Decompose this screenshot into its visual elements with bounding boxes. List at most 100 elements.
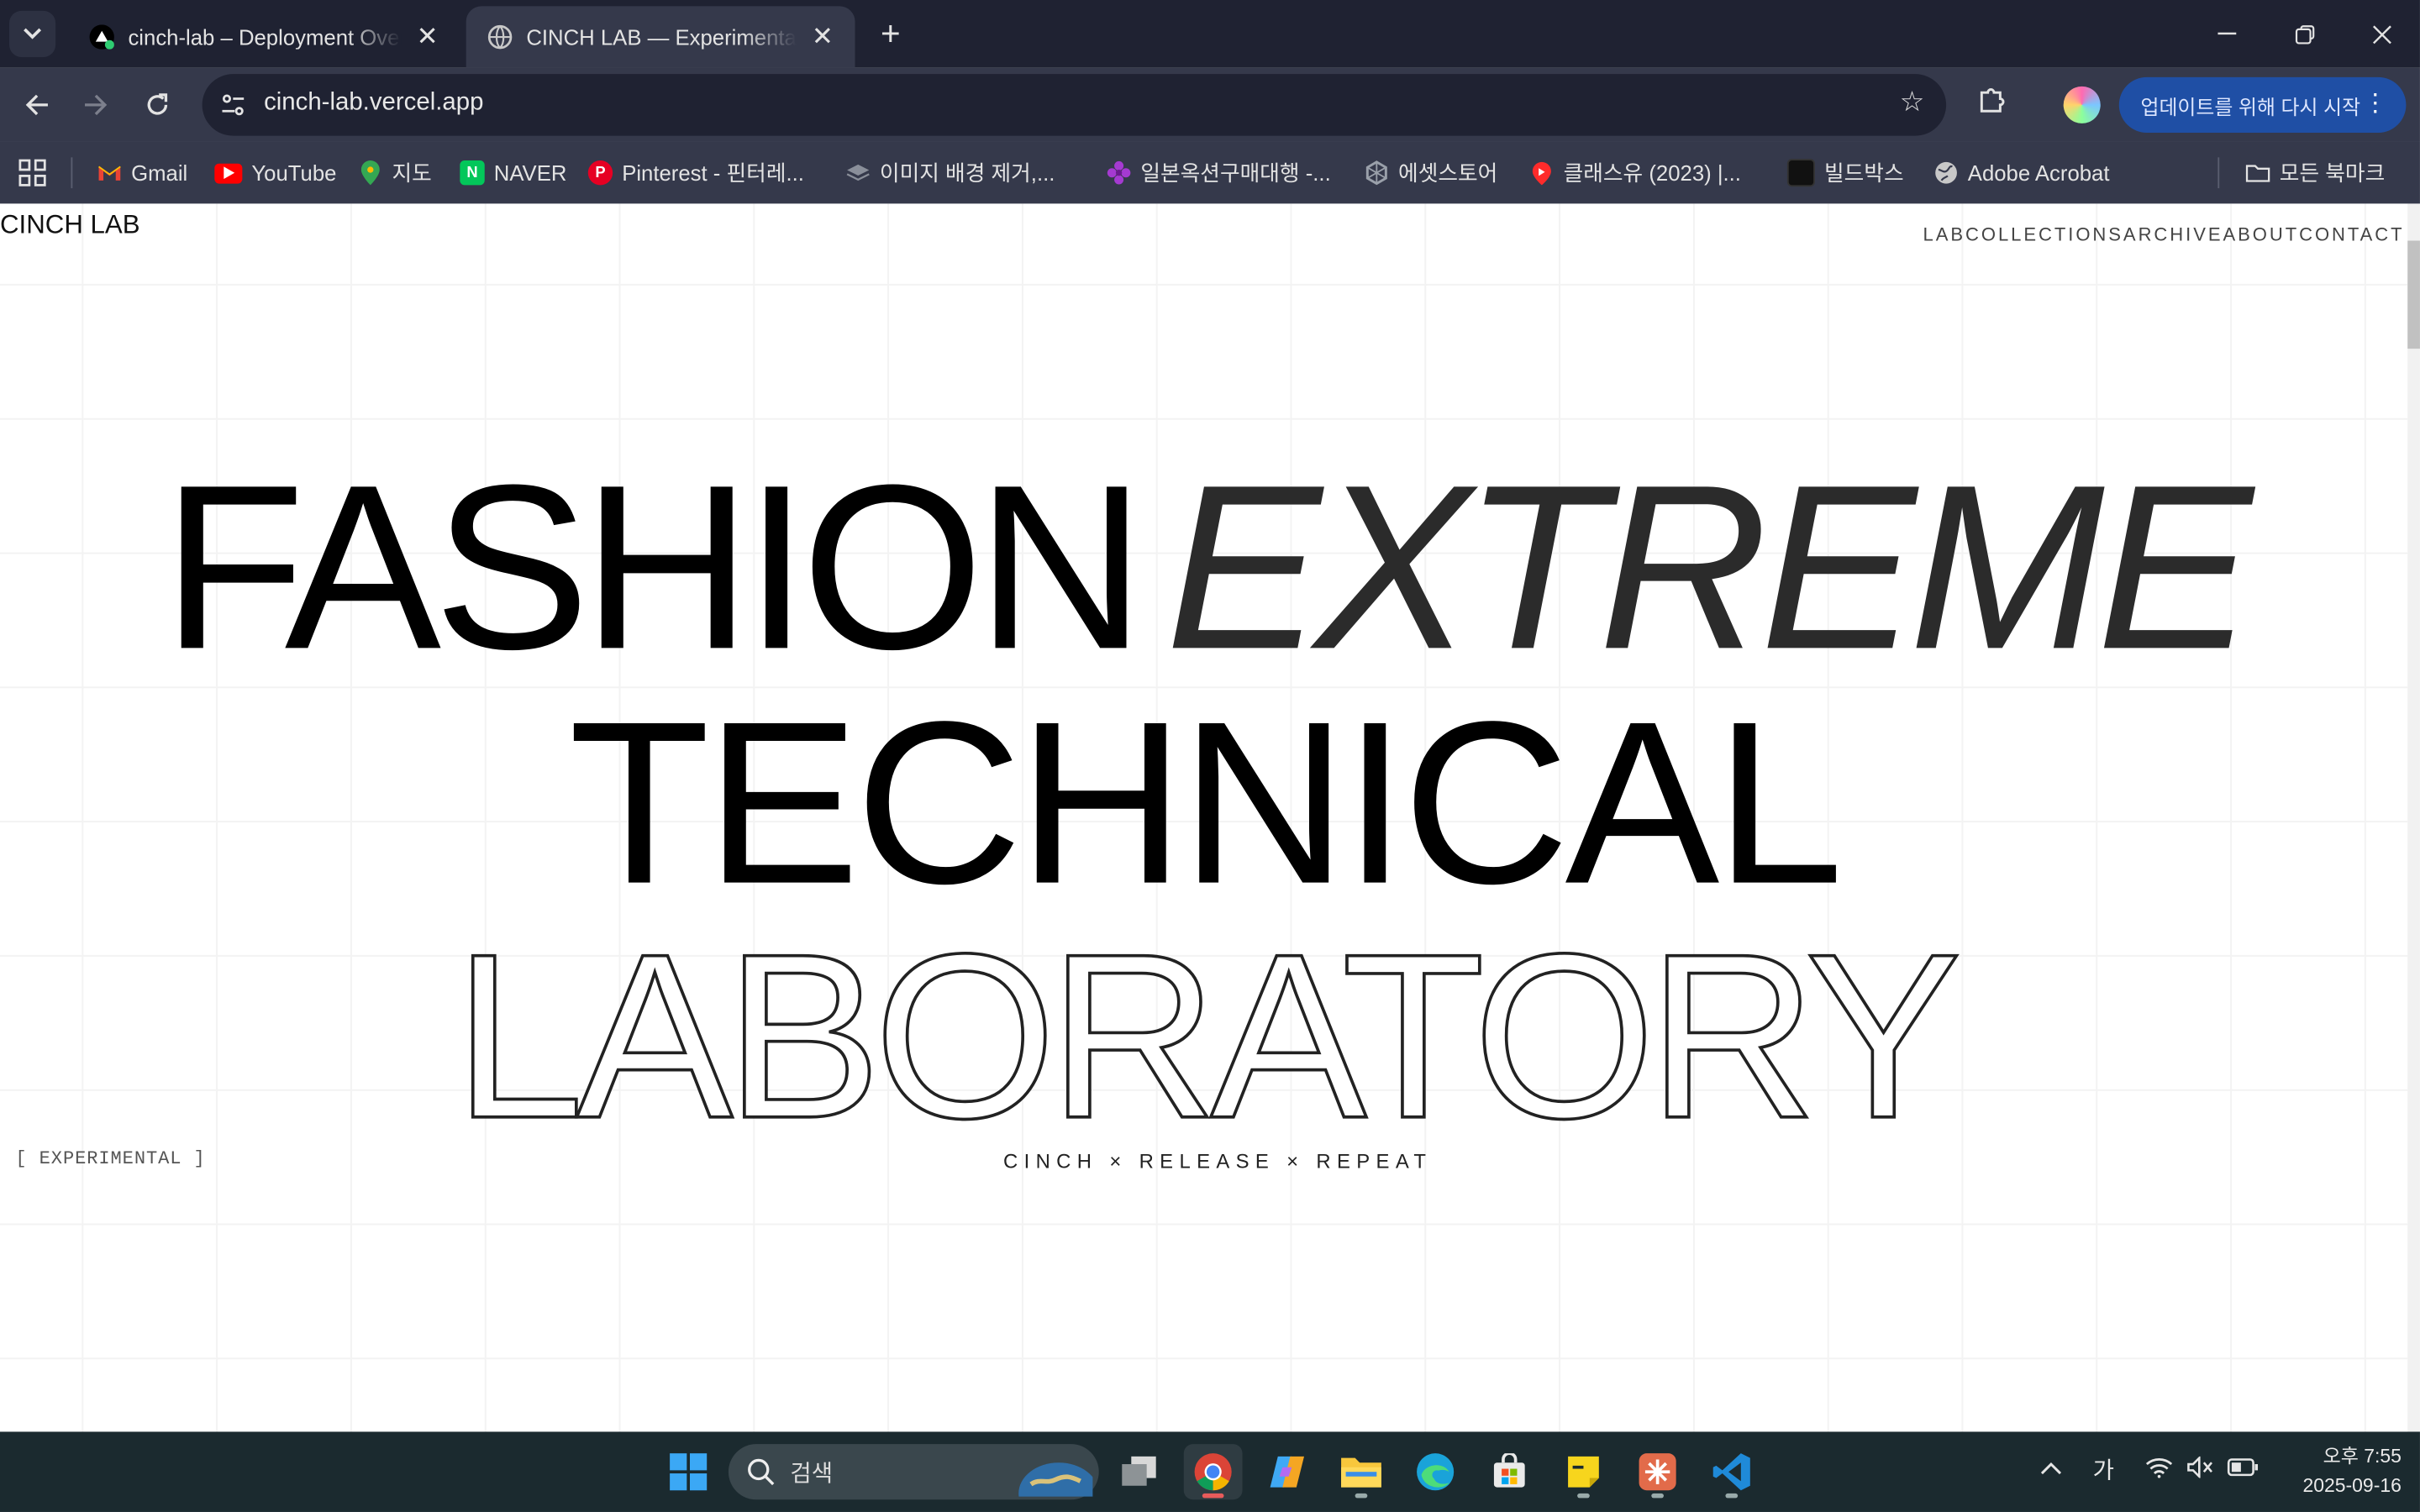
scrollbar[interactable] xyxy=(2407,203,2420,1432)
reload-button[interactable] xyxy=(136,83,179,126)
site-logo[interactable]: CINCH LAB xyxy=(0,210,140,241)
vscode-icon xyxy=(1712,1453,1750,1491)
chrome-icon xyxy=(1194,1453,1232,1491)
scrollbar-thumb[interactable] xyxy=(2407,240,2420,349)
arrow-left-icon xyxy=(25,94,48,116)
vercel-icon xyxy=(89,24,114,50)
task-view-button[interactable] xyxy=(1110,1444,1169,1499)
battery-icon[interactable] xyxy=(2227,1457,2259,1483)
extensions-button[interactable] xyxy=(1975,83,2012,120)
ime-indicator[interactable]: 가 xyxy=(2093,1453,2114,1486)
maps-icon xyxy=(358,160,382,186)
layers-icon xyxy=(846,160,871,185)
all-bookmarks-button[interactable]: 모든 북마크 xyxy=(2245,155,2385,192)
show-hidden-icons-button[interactable] xyxy=(2040,1457,2062,1483)
bookmark-naver[interactable]: N NAVER xyxy=(460,155,566,192)
windows-icon xyxy=(670,1453,708,1491)
globe-icon xyxy=(487,24,513,50)
bookmark-asset-store[interactable]: 에셋스토어 xyxy=(1365,155,1497,192)
taskbar-sticky-notes[interactable] xyxy=(1555,1444,1613,1499)
apps-button[interactable] xyxy=(18,155,46,192)
tab-strip: cinch-lab – Deployment Overview ✕ CINCH … xyxy=(0,0,2420,68)
taskbar-vscode[interactable] xyxy=(1702,1444,1761,1499)
clock-date: 2025-09-16 xyxy=(2302,1474,2402,1497)
restore-icon xyxy=(2294,24,2314,44)
bookmark-gmail[interactable]: Gmail xyxy=(97,155,187,192)
bookmark-classu[interactable]: 클래스유 (2023) |... xyxy=(1529,155,1741,192)
wifi-icon[interactable] xyxy=(2145,1457,2173,1484)
gmail-icon xyxy=(97,160,122,185)
hero-word-extreme: EXTREME xyxy=(1165,436,2253,700)
tab-cinch-lab[interactable]: CINCH LAB — Experimental Fashion ✕ xyxy=(466,6,855,68)
tab-deployment-overview[interactable]: cinch-lab – Deployment Overview ✕ xyxy=(68,6,460,67)
new-tab-button[interactable]: + xyxy=(869,13,912,55)
bookmark-buildbox[interactable]: 빌드박스 xyxy=(1786,155,1904,192)
claude-icon xyxy=(1639,1453,1676,1491)
close-icon xyxy=(2372,24,2391,44)
bookmark-japan-auction[interactable]: 일본옥션구매대행 -... xyxy=(1107,155,1331,192)
bookmark-adobe-acrobat[interactable]: Adobe Acrobat xyxy=(1933,155,2110,192)
copilot-icon xyxy=(1270,1456,1305,1488)
apps-grid-icon xyxy=(18,159,46,186)
kebab-menu-icon[interactable]: ⋮ xyxy=(2363,88,2387,119)
nav-lab[interactable]: LAB xyxy=(1923,223,1965,245)
tab-search-button[interactable] xyxy=(9,10,56,57)
nav-archive[interactable]: ARCHIVE xyxy=(2123,223,2223,245)
back-button[interactable] xyxy=(15,83,58,126)
taskbar-chrome[interactable] xyxy=(1183,1444,1243,1500)
hero-line-1: FASHION EXTREME xyxy=(0,450,2407,685)
tab-title: CINCH LAB — Experimental Fashion xyxy=(526,24,797,50)
youtube-icon xyxy=(214,162,243,183)
divider xyxy=(71,157,73,189)
reload-icon xyxy=(147,93,168,115)
taskbar-search[interactable]: 검색 xyxy=(728,1444,1099,1500)
arrow-right-icon xyxy=(85,94,108,116)
chevron-down-icon xyxy=(24,28,42,39)
web-page: CINCH LAB LAB COLLECTIONS ARCHIVE ABOUT … xyxy=(0,203,2420,1432)
search-icon xyxy=(748,1458,775,1486)
tab-title: cinch-lab – Deployment Overview xyxy=(128,24,401,50)
address-bar[interactable]: cinch-lab.vercel.app ☆ xyxy=(202,74,1947,136)
nav-about[interactable]: ABOUT xyxy=(2223,223,2299,245)
globe-icon xyxy=(1933,160,1958,185)
update-label: 업데이트를 위해 다시 시작 xyxy=(2140,94,2361,118)
running-indicator xyxy=(1577,1493,1590,1499)
site-info-button[interactable] xyxy=(212,83,255,126)
taskbar: 검색 가 오후 7:55 2025-09-16 xyxy=(0,1431,2420,1512)
system-clock[interactable]: 오후 7:55 2025-09-16 xyxy=(2302,1442,2401,1501)
nav-contact[interactable]: CONTACT xyxy=(2299,223,2404,245)
bookmark-star-icon[interactable]: ☆ xyxy=(1900,87,1925,119)
bookmarks-bar: Gmail YouTube 지도 N NAVER P Pinterest - 핀… xyxy=(0,141,2420,204)
taskbar-file-explorer[interactable] xyxy=(1332,1444,1391,1499)
restore-button[interactable] xyxy=(2281,13,2328,55)
divider xyxy=(2217,157,2220,189)
pinterest-icon: P xyxy=(587,160,613,186)
bookmark-maps[interactable]: 지도 xyxy=(358,155,432,192)
main-nav: LAB COLLECTIONS ARCHIVE ABOUT CONTACT xyxy=(1923,223,2405,245)
minimize-button[interactable] xyxy=(2204,13,2250,55)
close-tab-icon[interactable]: ✕ xyxy=(413,22,441,51)
bookmark-pinterest[interactable]: P Pinterest - 핀터레... xyxy=(587,155,804,192)
volume-muted-icon[interactable] xyxy=(2187,1455,2215,1484)
taskbar-claude[interactable] xyxy=(1628,1444,1687,1499)
task-view-icon xyxy=(1122,1456,1156,1486)
update-restart-button[interactable]: 업데이트를 위해 다시 시작 ⋮ xyxy=(2118,76,2407,133)
taskbar-copilot[interactable] xyxy=(1258,1444,1317,1499)
edge-icon xyxy=(1417,1453,1455,1491)
profile-avatar[interactable] xyxy=(2063,86,2101,123)
forward-button[interactable] xyxy=(74,83,117,126)
globe-highlight-icon xyxy=(1018,1462,1093,1497)
buildbox-icon xyxy=(1786,159,1815,187)
hero-word-laboratory: LABORATORY xyxy=(452,906,1963,1168)
bookmark-youtube[interactable]: YouTube xyxy=(214,155,336,192)
url-text[interactable]: cinch-lab.vercel.app xyxy=(264,90,483,118)
start-button[interactable] xyxy=(659,1444,718,1499)
nav-collections[interactable]: COLLECTIONS xyxy=(1965,223,2123,245)
close-tab-icon[interactable]: ✕ xyxy=(808,22,836,51)
minimize-icon xyxy=(2217,32,2237,35)
bookmark-remove-bg[interactable]: 이미지 배경 제거,... xyxy=(846,155,1055,192)
taskbar-edge[interactable] xyxy=(1406,1444,1465,1499)
chevron-up-icon xyxy=(2040,1462,2062,1475)
close-window-button[interactable] xyxy=(2358,13,2404,55)
taskbar-store[interactable] xyxy=(1480,1444,1539,1499)
